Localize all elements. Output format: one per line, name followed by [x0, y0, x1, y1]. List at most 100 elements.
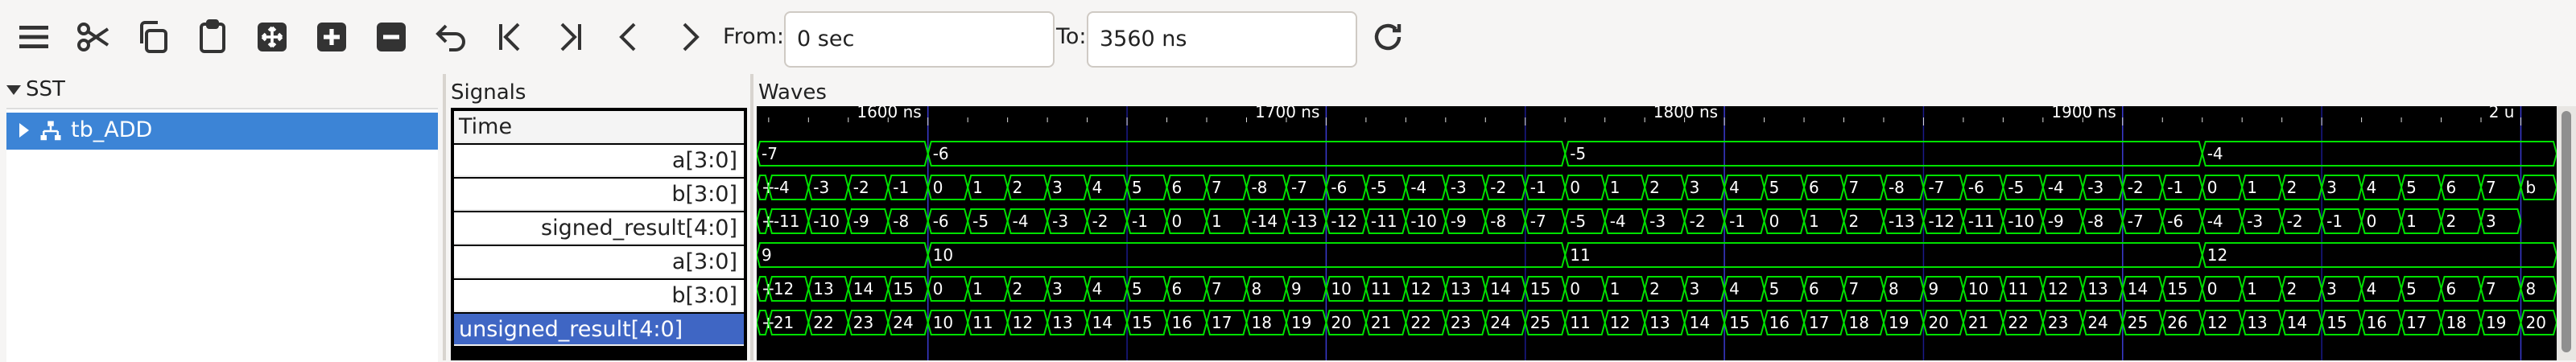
signal-value-label: 12: [2048, 279, 2068, 298]
collapse-arrow-icon[interactable]: [6, 84, 21, 95]
zoom-out-icon[interactable]: [369, 14, 414, 60]
pane-divider-2[interactable]: [750, 74, 753, 360]
signal-value-label: 7: [2486, 279, 2496, 298]
signal-value-label: 1: [1610, 178, 1620, 197]
signal-value-label: -11: [774, 212, 800, 231]
signal-row-time[interactable]: Time: [454, 111, 744, 143]
signal-value-label: 3: [2326, 279, 2337, 298]
paste-icon[interactable]: [190, 14, 235, 60]
signal-value-label: -8: [893, 212, 909, 231]
signal-value-label: -8: [1889, 178, 1905, 197]
signal-value-label: -2: [2287, 212, 2303, 231]
signal-value-label: -14: [1251, 212, 1278, 231]
signal-value-label: 9: [1928, 279, 1938, 298]
signal-row-a-unsigned[interactable]: a[3:0]: [454, 246, 744, 278]
signal-value-label: -9: [1451, 212, 1467, 231]
signal-value-segment: [2201, 141, 2557, 167]
signal-value-segment: [1564, 242, 2203, 268]
signal-value-label: -4: [2207, 212, 2223, 231]
signal-value-label: 13: [1451, 279, 1471, 298]
sst-tree: tb_ADD: [6, 108, 438, 362]
waveform-canvas[interactable]: 1600 ns 1700 ns 1800 ns 1900 ns 2 u-7 -6 -5 -4+…: [757, 106, 2557, 360]
from-input[interactable]: 0 sec: [784, 11, 1055, 68]
signal-value-label: 23: [2048, 313, 2068, 332]
signal-value-label: 4: [2367, 279, 2377, 298]
signal-value-label: -3: [2087, 178, 2103, 197]
time-label: 1900 ns: [2051, 106, 2116, 121]
signal-value-label: 1: [1212, 212, 1222, 231]
signal-value-label: 3: [2326, 178, 2337, 197]
menu-icon[interactable]: [11, 14, 56, 60]
signal-value-label: -1: [2167, 178, 2183, 197]
signal-value-label: 18: [1251, 313, 1271, 332]
signal-value-label: 14: [1690, 313, 1710, 332]
signal-value-label: -4: [774, 178, 790, 197]
signal-value-label: 1: [2406, 212, 2417, 231]
signal-value-label: 23: [853, 313, 873, 332]
signal-value-label: 26: [2167, 313, 2187, 332]
signal-row-unsigned-result[interactable]: unsigned_result[4:0]: [454, 314, 744, 346]
signal-value-label: 19: [1889, 313, 1909, 332]
signal-value-label: -2: [1490, 178, 1506, 197]
signal-row-signed-result[interactable]: signed_result[4:0]: [454, 212, 744, 245]
signal-value-label: 0: [2207, 279, 2218, 298]
signal-value-label: 21: [774, 313, 794, 332]
to-input[interactable]: 3560 ns: [1087, 11, 1357, 68]
signal-row-a[interactable]: a[3:0]: [454, 145, 744, 177]
copy-icon[interactable]: [130, 14, 175, 60]
signal-value-label: -4: [1013, 212, 1029, 231]
scrollbar-thumb[interactable]: [2562, 111, 2571, 352]
last-icon[interactable]: [547, 14, 592, 60]
signal-value-segment: [757, 141, 929, 167]
waves-panel[interactable]: 1600 ns 1700 ns 1800 ns 1900 ns 2 u -7 -6 -5 -4 +…: [757, 106, 2557, 360]
signal-value-label: -3: [2247, 212, 2263, 231]
undo-icon[interactable]: [428, 14, 473, 60]
signal-value-label: 24: [1490, 313, 1510, 332]
first-icon[interactable]: [488, 14, 533, 60]
tree-item-tb-add[interactable]: tb_ADD: [6, 113, 438, 150]
next-icon[interactable]: [667, 14, 712, 60]
signal-value-label: 5: [1769, 279, 1780, 298]
signal-value-label: 6: [1172, 279, 1183, 298]
signal-value-label: 12: [2207, 313, 2227, 332]
signal-value-label: -4: [2207, 144, 2223, 163]
signal-value-label: 10: [933, 245, 953, 265]
signal-value-label: 17: [1212, 313, 1232, 332]
signal-value-label: -10: [2008, 212, 2034, 231]
signal-value-label: 0: [1769, 212, 1780, 231]
signal-value-label: 7: [1212, 178, 1222, 197]
expand-arrow-icon[interactable]: [19, 123, 29, 138]
signal-value-label: 22: [1410, 313, 1430, 332]
signal-value-label: 22: [813, 313, 833, 332]
signal-value-label: 21: [1371, 313, 1391, 332]
signal-value-label: 17: [1809, 313, 1829, 332]
signal-row-b[interactable]: b[3:0]: [454, 179, 744, 211]
signal-value-label: 0: [933, 279, 943, 298]
signal-value-label: 11: [972, 313, 993, 332]
signal-row-b-unsigned[interactable]: b[3:0]: [454, 280, 744, 312]
sst-header[interactable]: SST: [6, 77, 65, 101]
pane-divider[interactable]: [443, 74, 446, 360]
zoom-in-icon[interactable]: [309, 14, 354, 60]
signal-value-label: 2: [2287, 279, 2297, 298]
signal-value-label: b: [2525, 178, 2536, 197]
zoom-fit-icon[interactable]: [250, 14, 295, 60]
signal-value-label: 3: [2486, 212, 2496, 231]
signal-value-label: 5: [1132, 178, 1142, 197]
signal-value-label: 0: [933, 178, 943, 197]
signal-value-label: -3: [1052, 212, 1068, 231]
cut-icon[interactable]: [71, 14, 116, 60]
signal-value-label: 4: [2367, 178, 2377, 197]
prev-icon[interactable]: [607, 14, 652, 60]
signal-value-label: 20: [2525, 313, 2545, 332]
signal-value-label: 0: [1172, 212, 1183, 231]
signal-value-label: 0: [1570, 178, 1580, 197]
signal-value-label: -3: [1649, 212, 1666, 231]
signal-value-label: 4: [1092, 279, 1103, 298]
signal-value-label: 5: [1132, 279, 1142, 298]
vertical-scrollbar[interactable]: [2557, 106, 2576, 360]
reload-icon[interactable]: [1365, 14, 1410, 60]
signal-value-label: -1: [1530, 178, 1546, 197]
signal-value-label: 20: [1331, 313, 1351, 332]
signal-value-label: 11: [2008, 279, 2028, 298]
